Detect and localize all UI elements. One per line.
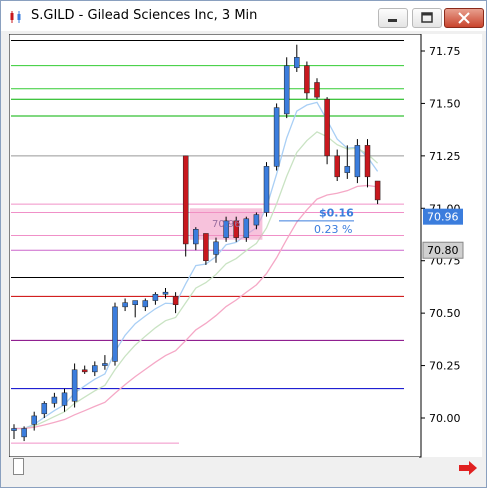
candle-body[interactable] — [203, 233, 209, 261]
candle-body[interactable] — [324, 98, 330, 157]
minimize-button[interactable] — [378, 8, 408, 28]
candle-body[interactable] — [364, 145, 371, 178]
change-value-label: $0.16 — [319, 207, 354, 220]
restore-button[interactable] — [412, 8, 442, 28]
candle-body[interactable] — [253, 214, 260, 226]
time-scrollbar[interactable] — [9, 457, 419, 479]
candle-body[interactable] — [132, 300, 138, 306]
price-tick-label: 70.00 — [429, 412, 461, 425]
candle-body[interactable] — [344, 166, 351, 173]
window-title: S.GILD - Gilead Sciences Inc, 3 Min — [31, 8, 258, 23]
candle-body[interactable] — [122, 302, 128, 308]
candle-body[interactable] — [21, 428, 27, 438]
price-tick-label: 71.75 — [429, 45, 461, 58]
candle-body[interactable] — [213, 241, 219, 255]
candle-body[interactable] — [263, 166, 270, 213]
candle-body[interactable] — [41, 403, 48, 415]
close-icon — [458, 12, 470, 24]
price-tick-label: 70.50 — [429, 307, 461, 320]
scroll-thumb[interactable] — [13, 458, 24, 475]
change-percent-label: 0.23 % — [314, 223, 352, 236]
candle-body[interactable] — [193, 229, 199, 245]
candle-body[interactable] — [92, 365, 98, 373]
candle-body[interactable] — [142, 300, 149, 308]
candle-body[interactable] — [283, 65, 290, 115]
candle-body[interactable] — [243, 218, 250, 238]
close-button[interactable] — [444, 8, 484, 28]
candle-body[interactable] — [162, 291, 169, 295]
candle-body[interactable] — [294, 57, 300, 69]
candle-body[interactable] — [304, 65, 310, 94]
candle-body[interactable] — [31, 415, 37, 425]
candle-body[interactable] — [354, 145, 361, 178]
price-tick-label: 71.25 — [429, 150, 461, 163]
candle-body[interactable] — [172, 296, 179, 306]
candle-body[interactable] — [11, 428, 17, 431]
candle-body[interactable] — [71, 369, 78, 402]
restore-icon — [421, 12, 433, 23]
price-tick-label: 70.25 — [429, 360, 461, 373]
marker-price-label: 70.80 — [427, 244, 459, 257]
chart-window: S.GILD - Gilead Sciences Inc, 3 Min 71.7… — [0, 0, 487, 488]
candle-body[interactable] — [61, 392, 68, 406]
price-tick-label: 71.50 — [429, 97, 461, 110]
candle-body[interactable] — [374, 180, 381, 201]
price-chart[interactable]: 71.7571.5071.2571.0070.7570.5070.2570.00… — [9, 34, 482, 479]
candle-body[interactable] — [334, 155, 340, 178]
minimize-icon — [388, 19, 397, 22]
candle-body[interactable] — [182, 155, 189, 245]
candle-body[interactable] — [102, 363, 108, 366]
last-price-label: 70.96 — [427, 211, 459, 224]
candle-body[interactable] — [112, 306, 118, 362]
scroll-right-arrow-icon[interactable] — [459, 461, 479, 475]
candle-body[interactable] — [273, 107, 280, 167]
candle-body[interactable] — [81, 369, 88, 373]
candle-body[interactable] — [51, 396, 58, 404]
title-bar[interactable]: S.GILD - Gilead Sciences Inc, 3 Min — [1, 1, 486, 31]
candle-body[interactable] — [314, 82, 320, 98]
candlestick-chart-icon — [9, 10, 23, 24]
box-price-text: 70.96 — [212, 219, 241, 230]
candle-body[interactable] — [152, 294, 159, 301]
